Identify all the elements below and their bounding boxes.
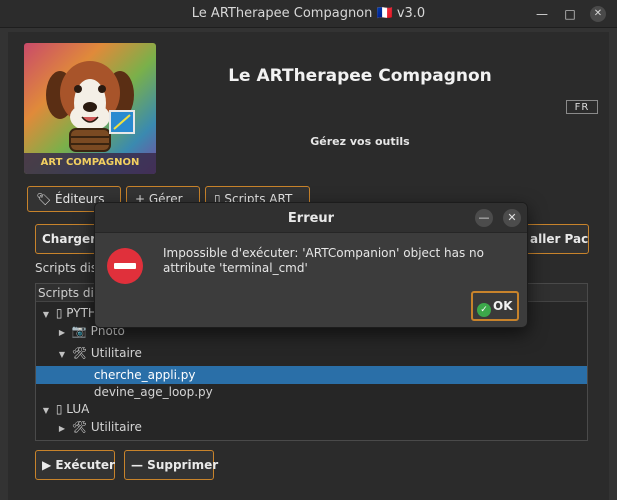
tree-row-label: LUA	[66, 402, 90, 416]
delete-button[interactable]: — Supprimer	[124, 450, 218, 480]
flag-fr-icon[interactable]: FR	[566, 100, 598, 114]
app-window: Le ARTherapee Compagnon 🇫🇷 v3.0 — □ ✕ AR…	[0, 0, 617, 500]
tree-row-label: devine_age_loop.py	[93, 385, 213, 399]
error-dialog: Erreur — ✕ Impossible d'exécuter: 'ARTCo…	[94, 202, 528, 328]
install-pack-button[interactable]: aller Pack	[523, 224, 589, 254]
tools-icon: 🛠	[71, 346, 88, 360]
tree-row-label: Utilitaire	[90, 420, 142, 434]
folder-icon: ▯	[55, 402, 63, 416]
minimize-icon[interactable]: —	[534, 6, 550, 22]
check-icon: ✓	[477, 303, 491, 317]
tree-row-lua[interactable]: ▼ ▯ LUA	[36, 400, 587, 418]
tree-row-label: cherche_appli.py	[93, 368, 196, 382]
error-icon	[107, 248, 143, 284]
window-titlebar[interactable]: Le ARTherapee Compagnon 🇫🇷 v3.0 — □ ✕	[0, 0, 617, 28]
app-logo: ART COMPAGNON	[24, 43, 156, 174]
chevron-down-icon[interactable]: ▼	[56, 346, 68, 364]
chevron-right-icon[interactable]: ▶	[56, 324, 68, 342]
tree-row-cherche-appli[interactable]: cherche_appli.py	[36, 366, 587, 384]
scripts-label: Scripts dis	[35, 261, 98, 275]
tree-row-devine-age[interactable]: devine_age_loop.py	[36, 383, 587, 401]
error-icon-bar	[114, 263, 136, 269]
dialog-titlebar[interactable]: Erreur — ✕	[95, 203, 527, 233]
folder-icon: ▯	[55, 306, 63, 320]
camera-icon: 📷	[71, 324, 87, 338]
tree-row-utilitaire[interactable]: ▼ 🛠 Utilitaire	[36, 344, 587, 362]
dialog-title: Erreur	[287, 211, 335, 226]
execute-button[interactable]: ▶ Exécuter	[35, 450, 115, 480]
app-subtitle: Gérez vos outils	[310, 135, 410, 148]
dog-logo-image	[24, 43, 156, 174]
ok-button[interactable]: ✓ OK	[471, 291, 519, 321]
close-icon[interactable]: ✕	[590, 6, 606, 22]
logo-caption: ART COMPAGNON	[40, 157, 140, 168]
maximize-icon[interactable]: □	[562, 6, 578, 22]
load-button[interactable]: Charger	[35, 224, 97, 254]
ok-label: OK	[493, 299, 513, 313]
tree-row-label: PYTH	[66, 306, 97, 320]
tree-row-label: Utilitaire	[90, 346, 142, 360]
dialog-close-icon[interactable]: ✕	[503, 209, 521, 227]
app-title: Le ARTherapee Compagnon	[228, 66, 492, 86]
dialog-minimize-icon[interactable]: —	[475, 209, 493, 227]
chevron-right-icon[interactable]: ▶	[56, 420, 68, 438]
window-title: Le ARTherapee Compagnon 🇫🇷 v3.0	[191, 6, 426, 21]
tools-icon: 🛠	[71, 420, 88, 434]
tree-row-lua-utilitaire[interactable]: ▶ 🛠 Utilitaire	[36, 418, 587, 436]
error-message: Impossible d'exécuter: 'ARTCompanion' ob…	[163, 246, 484, 275]
